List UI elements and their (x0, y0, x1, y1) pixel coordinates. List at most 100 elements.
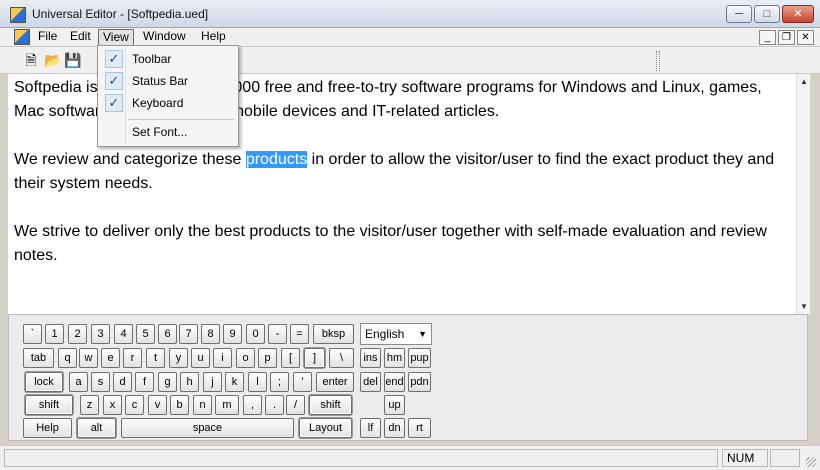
menu-help[interactable]: Help (197, 29, 230, 46)
key-w[interactable]: w (79, 348, 98, 368)
status-bar: NUM (0, 445, 820, 470)
key-space[interactable]: space (121, 418, 294, 438)
menu-item-keyboard-label: Keyboard (132, 96, 184, 110)
window-title: Universal Editor - [Softpedia.ued] (32, 7, 209, 21)
close-icon[interactable]: ✕ (782, 5, 814, 23)
key-period[interactable]: . (265, 395, 284, 415)
key-u[interactable]: u (191, 348, 210, 368)
key-r[interactable]: r (123, 348, 142, 368)
menu-item-toolbar[interactable]: ✓ Toolbar (100, 49, 236, 69)
key-2[interactable]: 2 (68, 324, 87, 344)
key-left-bracket[interactable]: [ (281, 348, 300, 368)
key-3[interactable]: 3 (91, 324, 110, 344)
menu-window[interactable]: Window (139, 29, 190, 46)
key-g[interactable]: g (158, 372, 177, 392)
key-arrow-up[interactable]: up (384, 395, 405, 415)
document-icon[interactable] (14, 29, 30, 45)
doc-restore-icon[interactable]: ❐ (778, 30, 795, 45)
key-backtick[interactable]: ` (23, 324, 42, 344)
key-n[interactable]: n (193, 395, 212, 415)
maximize-icon[interactable]: □ (754, 5, 780, 23)
key-enter[interactable]: enter (316, 372, 354, 392)
key-arrow-left[interactable]: lf (360, 418, 381, 438)
key-right-bracket[interactable]: ] (304, 348, 325, 368)
key-b[interactable]: b (170, 395, 189, 415)
key-delete[interactable]: del (360, 372, 381, 392)
key-x[interactable]: x (103, 395, 122, 415)
menu-view[interactable]: View (98, 29, 134, 46)
key-s[interactable]: s (91, 372, 110, 392)
key-f[interactable]: f (135, 372, 154, 392)
key-8[interactable]: 8 (201, 324, 220, 344)
key-1[interactable]: 1 (45, 324, 64, 344)
scroll-up-icon[interactable]: ▲ (800, 77, 808, 86)
key-page-up[interactable]: pup (408, 348, 431, 368)
key-end[interactable]: end (384, 372, 405, 392)
key-tab[interactable]: tab (23, 348, 54, 368)
key-j[interactable]: j (203, 372, 222, 392)
minimize-icon[interactable]: ─ (726, 5, 752, 23)
key-c[interactable]: c (125, 395, 144, 415)
key-arrow-down[interactable]: dn (384, 418, 405, 438)
toolbar-grip[interactable] (656, 51, 660, 71)
key-alt[interactable]: alt (77, 418, 116, 438)
status-message-pane (4, 449, 718, 467)
key-semicolon[interactable]: ; (270, 372, 289, 392)
menu-item-keyboard[interactable]: ✓ Keyboard (100, 93, 236, 113)
key-backspace[interactable]: bksp (313, 324, 354, 344)
document-window-controls: _ ❐ ✕ (759, 30, 814, 45)
key-comma[interactable]: , (243, 395, 262, 415)
key-minus[interactable]: - (268, 324, 287, 344)
key-e[interactable]: e (101, 348, 120, 368)
vertical-scrollbar[interactable]: ▲ ▼ (796, 74, 810, 314)
key-0[interactable]: 0 (246, 324, 265, 344)
resize-grip-icon[interactable] (806, 457, 816, 467)
key-help[interactable]: Help (23, 418, 72, 438)
key-a[interactable]: a (69, 372, 88, 392)
key-v[interactable]: v (148, 395, 167, 415)
key-y[interactable]: y (169, 348, 188, 368)
key-z[interactable]: z (80, 395, 99, 415)
key-l[interactable]: l (248, 372, 267, 392)
open-folder-icon[interactable]: 📂 (44, 51, 62, 69)
key-caps-lock[interactable]: lock (25, 372, 63, 392)
menu-edit[interactable]: Edit (66, 29, 95, 46)
key-quote[interactable]: ' (293, 372, 312, 392)
key-layout[interactable]: Layout (299, 418, 352, 438)
key-h[interactable]: h (180, 372, 199, 392)
key-insert[interactable]: ins (360, 348, 381, 368)
key-home[interactable]: hm (384, 348, 405, 368)
scroll-down-icon[interactable]: ▼ (800, 302, 808, 311)
key-o[interactable]: o (236, 348, 255, 368)
language-select[interactable]: English ▼ (360, 323, 432, 345)
key-right-shift[interactable]: shift (309, 395, 352, 415)
key-9[interactable]: 9 (223, 324, 242, 344)
key-t[interactable]: t (146, 348, 165, 368)
key-left-shift[interactable]: shift (25, 395, 73, 415)
on-screen-keyboard: ` 1 2 3 4 5 6 7 8 9 0 - = bksp English ▼… (8, 314, 808, 441)
window-controls: ─ □ ✕ (726, 5, 814, 23)
key-7[interactable]: 7 (179, 324, 198, 344)
key-m[interactable]: m (215, 395, 239, 415)
save-icon[interactable]: 💾 (64, 51, 82, 69)
key-p[interactable]: p (258, 348, 277, 368)
new-document-icon[interactable]: 🗎 (22, 51, 40, 69)
key-d[interactable]: d (113, 372, 132, 392)
key-k[interactable]: k (225, 372, 244, 392)
doc-minimize-icon[interactable]: _ (759, 30, 776, 45)
key-5[interactable]: 5 (136, 324, 155, 344)
menu-item-set-font[interactable]: Set Font... (100, 122, 236, 142)
key-4[interactable]: 4 (114, 324, 133, 344)
key-slash[interactable]: / (286, 395, 305, 415)
menu-file[interactable]: File (34, 29, 61, 46)
key-i[interactable]: i (213, 348, 232, 368)
key-6[interactable]: 6 (158, 324, 177, 344)
key-arrow-right[interactable]: rt (408, 418, 431, 438)
doc-close-icon[interactable]: ✕ (797, 30, 814, 45)
key-equals[interactable]: = (290, 324, 309, 344)
paragraph-1-line-1-start: Softpedia is (14, 79, 103, 96)
menu-item-status-bar[interactable]: ✓ Status Bar (100, 71, 236, 91)
key-backslash[interactable]: \ (329, 348, 354, 368)
key-q[interactable]: q (58, 348, 77, 368)
key-page-down[interactable]: pdn (408, 372, 431, 392)
